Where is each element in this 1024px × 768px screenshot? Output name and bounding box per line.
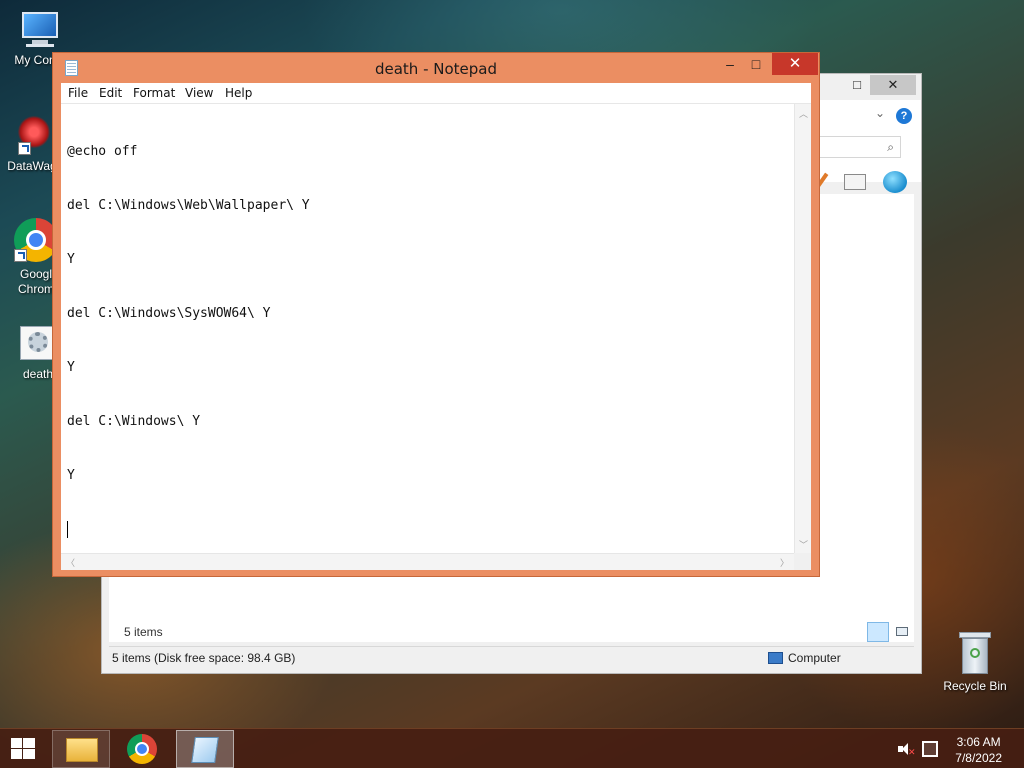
notepad-icon [191, 737, 219, 763]
computer-location-icon [768, 652, 783, 664]
start-button[interactable] [8, 736, 38, 762]
menu-view[interactable]: View [185, 86, 213, 100]
explorer-maximize-button[interactable]: □ [844, 75, 870, 95]
taskbar-notepad[interactable] [176, 730, 234, 768]
taskbar: ✕ 3:06 AM 7/8/2022 [0, 728, 1024, 768]
text-line: @echo off [67, 144, 138, 159]
recycle-bin-icon [955, 630, 995, 676]
maximize-button[interactable]: □ [743, 53, 769, 75]
close-button[interactable]: ✕ [772, 53, 818, 75]
scroll-left-icon[interactable]: 〈 [66, 556, 75, 569]
text-line: Y [67, 468, 75, 483]
taskbar-file-explorer[interactable] [52, 730, 110, 768]
details-view-button[interactable] [867, 622, 889, 642]
scroll-down-icon[interactable]: ﹀ [799, 538, 808, 551]
text-editor[interactable]: @echo off del C:\Windows\Web\Wallpaper\ … [61, 104, 811, 570]
menu-file[interactable]: File [68, 86, 88, 100]
shortcut-arrow-icon [14, 249, 27, 262]
vertical-scrollbar[interactable]: ︿ ﹀ [794, 104, 811, 553]
text-line: Y [67, 252, 75, 267]
network-icon[interactable] [922, 741, 938, 757]
system-clock[interactable]: 3:06 AM 7/8/2022 [955, 734, 1002, 766]
computer-icon [18, 10, 62, 50]
help-icon[interactable]: ? [896, 108, 912, 124]
chevron-down-icon[interactable]: ⌄ [875, 106, 885, 120]
text-line: Y [67, 360, 75, 375]
explorer-close-button[interactable]: ✕ [870, 75, 916, 95]
window-title: death - Notepad [374, 60, 498, 78]
folder-icon [66, 738, 98, 762]
explorer-status-bar: 5 items (Disk free space: 98.4 GB) Compu… [109, 646, 914, 668]
desktop-icon-label: Googl Chrom [17, 267, 54, 296]
chrome-icon [127, 734, 157, 764]
resize-grip[interactable] [794, 553, 811, 570]
large-icons-view-button[interactable] [891, 622, 913, 642]
menu-format[interactable]: Format [133, 86, 175, 100]
minimize-button[interactable]: – [717, 53, 743, 75]
menu-edit[interactable]: Edit [99, 86, 122, 100]
menu-help[interactable]: Help [225, 86, 252, 100]
item-count: 5 items [124, 625, 163, 639]
search-input[interactable]: ⌕ [815, 136, 901, 158]
text-line: del C:\Windows\SysWOW64\ Y [67, 306, 271, 321]
search-icon: ⌕ [887, 140, 894, 154]
scroll-up-icon[interactable]: ︿ [799, 107, 808, 120]
text-line: del C:\Windows\Web\Wallpaper\ Y [67, 198, 310, 213]
horizontal-scrollbar[interactable]: 〈 〉 [61, 553, 794, 570]
text-caret [67, 521, 68, 538]
taskbar-chrome[interactable] [114, 730, 172, 768]
computer-location-label: Computer [788, 651, 841, 665]
volume-muted-icon[interactable]: ✕ [898, 742, 916, 757]
scroll-right-icon[interactable]: 〉 [780, 556, 789, 569]
notepad-titlebar[interactable]: death - Notepad – □ ✕ [53, 53, 819, 83]
network-globe-icon[interactable] [883, 171, 907, 193]
datawag-icon [10, 112, 54, 156]
shortcut-arrow-icon [18, 142, 31, 155]
menu-bar: File Edit Format View Help [61, 83, 811, 104]
desktop-icon-label: Recycle Bin [943, 679, 1007, 693]
clock-date: 7/8/2022 [955, 751, 1002, 765]
notepad-window[interactable]: death - Notepad – □ ✕ File Edit Format V… [52, 52, 820, 577]
editor-text[interactable]: @echo off del C:\Windows\Web\Wallpaper\ … [67, 107, 791, 547]
text-line: del C:\Windows\ Y [67, 414, 201, 429]
mail-icon[interactable] [844, 174, 866, 190]
desktop-icon-recycle-bin[interactable]: Recycle Bin [935, 630, 1015, 694]
windows-logo-icon [11, 738, 35, 760]
disk-free-space-text: 5 items (Disk free space: 98.4 GB) [112, 651, 296, 665]
clock-time: 3:06 AM [956, 735, 1001, 749]
